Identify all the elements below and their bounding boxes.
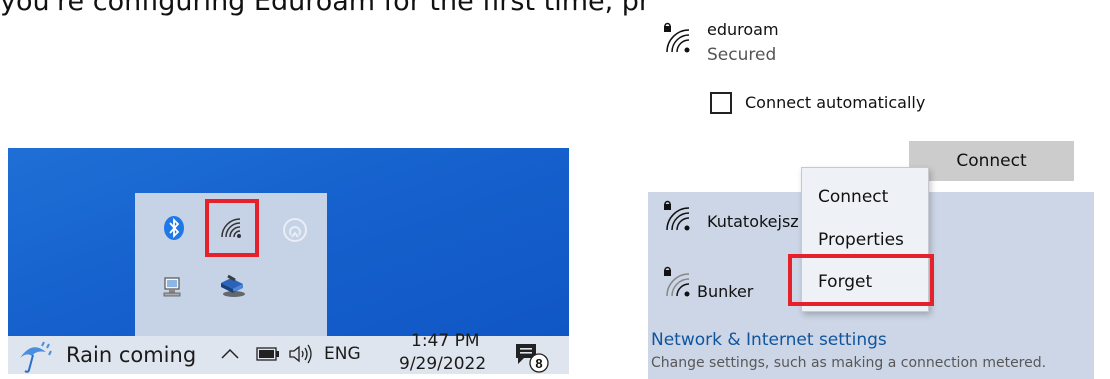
selected-network-card[interactable]: eduroam Secured Connect automatically Co… [648,0,1094,192]
clock-time[interactable]: 1:47 PM [411,331,480,351]
secured-wifi-icon [659,200,697,234]
secured-wifi-weak-icon [659,266,697,300]
network-pc-icon[interactable] [161,276,185,298]
wifi-flyout-screenshot: eduroam Secured Connect automatically Co… [648,0,1094,379]
connect-button[interactable]: Connect [909,141,1074,181]
wifi-icon-highlight [205,199,259,257]
chevron-up-icon[interactable] [218,340,242,368]
onedrive-icon[interactable] [280,215,310,245]
network-status: Secured [707,45,777,65]
bluetooth-icon[interactable] [163,215,185,241]
rain-umbrella-icon[interactable] [14,338,56,374]
taskbar: Rain coming ENG 1:47 PM 9/29/2022 8 [8,331,569,374]
network-list-item-name[interactable]: Kutatokejsz [707,212,799,231]
network-list-item-name[interactable]: Bunker [697,282,753,301]
connect-automatically-checkbox[interactable] [710,92,732,114]
network-settings-description: Change settings, such as making a connec… [651,355,1047,371]
desktop-taskbar-screenshot: Rain coming ENG 1:47 PM 9/29/2022 8 [8,148,569,374]
language-indicator[interactable]: ENG [324,344,361,364]
menu-item-connect[interactable]: Connect [818,187,888,207]
weather-text[interactable]: Rain coming [66,339,196,371]
network-internet-settings-link[interactable]: Network & Internet settings [651,330,887,350]
menu-item-properties[interactable]: Properties [818,230,904,250]
battery-icon[interactable] [255,342,281,366]
speaker-icon[interactable] [285,340,315,368]
notification-center-icon[interactable]: 8 [512,340,552,374]
forget-highlight [788,254,934,306]
secured-wifi-icon [659,22,697,56]
tray-overflow-popup [135,193,327,336]
network-name: eduroam [707,20,779,39]
notification-count: 8 [535,356,542,371]
clock-date[interactable]: 9/29/2022 [399,354,486,374]
connect-automatically-label[interactable]: Connect automatically [745,93,925,112]
usb-safely-remove-icon[interactable] [215,273,249,299]
